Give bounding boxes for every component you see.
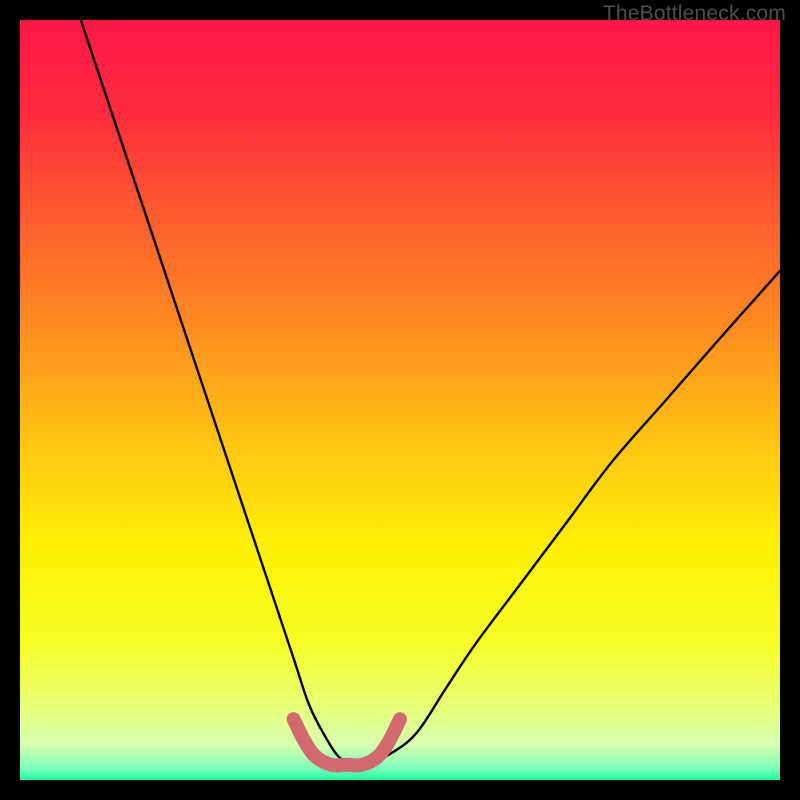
chart-svg [20, 20, 780, 780]
bottleneck-curve [81, 20, 780, 766]
outer-frame: TheBottleneck.com [0, 0, 800, 800]
plot-area [20, 20, 780, 780]
bottleneck-valley-highlight [294, 719, 400, 765]
watermark-text: TheBottleneck.com [603, 2, 786, 26]
